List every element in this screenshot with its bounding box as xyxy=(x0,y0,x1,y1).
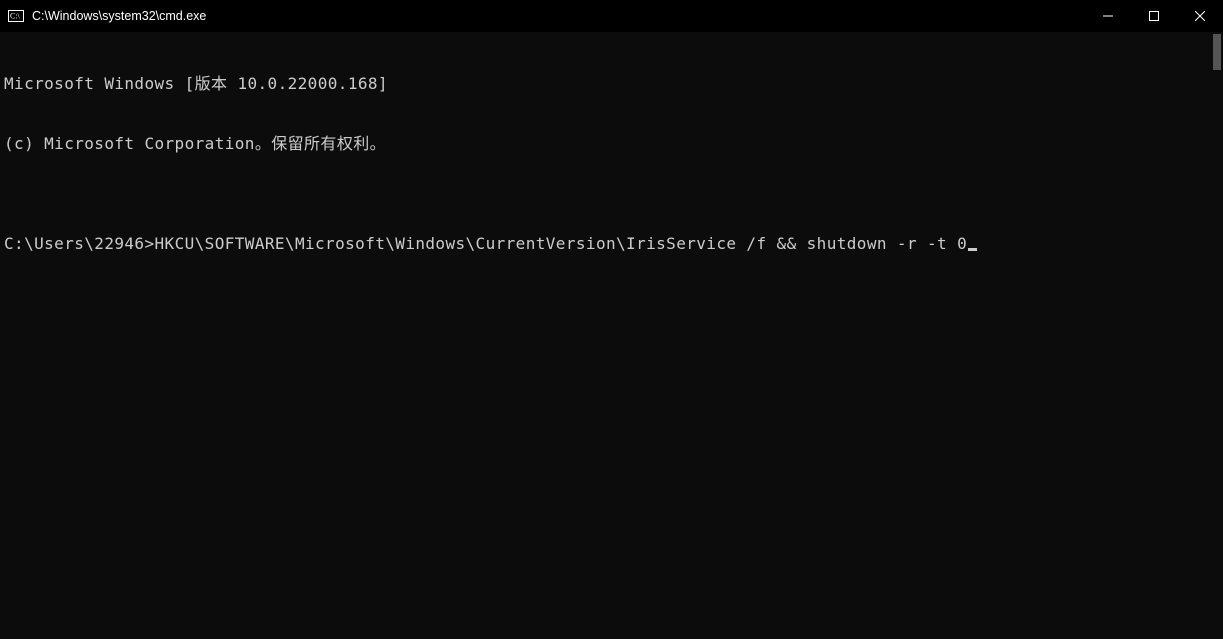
terminal-command: HKCU\SOFTWARE\Microsoft\Windows\CurrentV… xyxy=(155,234,968,253)
maximize-button[interactable] xyxy=(1131,0,1177,32)
window-controls xyxy=(1085,0,1223,31)
close-button[interactable] xyxy=(1177,0,1223,32)
window-title: C:\Windows\system32\cmd.exe xyxy=(32,9,206,23)
scrollbar-thumb[interactable] xyxy=(1213,34,1221,70)
titlebar[interactable]: C:\ C:\Windows\system32\cmd.exe xyxy=(0,0,1223,32)
terminal-line: Microsoft Windows [版本 10.0.22000.168] xyxy=(4,74,1219,94)
terminal-prompt-line: C:\Users\22946>HKCU\SOFTWARE\Microsoft\W… xyxy=(4,234,1219,254)
cmd-icon: C:\ xyxy=(8,8,24,24)
svg-text:C:\: C:\ xyxy=(10,11,21,20)
terminal-line: (c) Microsoft Corporation。保留所有权利。 xyxy=(4,134,1219,154)
terminal-area[interactable]: Microsoft Windows [版本 10.0.22000.168] (c… xyxy=(0,32,1223,639)
terminal-cursor xyxy=(968,248,977,251)
terminal-prompt: C:\Users\22946> xyxy=(4,234,155,253)
minimize-button[interactable] xyxy=(1085,0,1131,32)
titlebar-left: C:\ C:\Windows\system32\cmd.exe xyxy=(0,8,206,24)
